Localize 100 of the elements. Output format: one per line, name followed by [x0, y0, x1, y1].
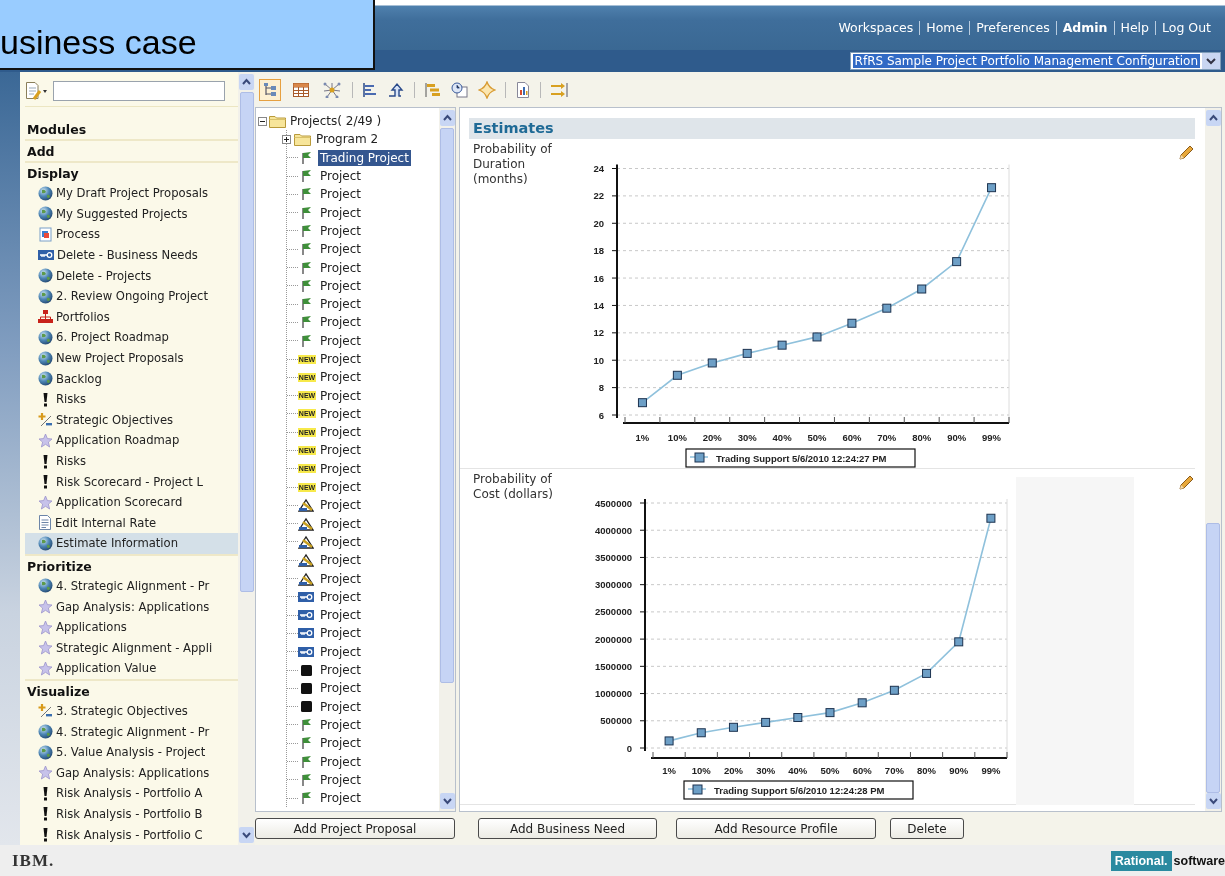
tree-item[interactable]: Project: [318, 570, 364, 587]
tree-item[interactable]: Project: [318, 607, 364, 624]
collapse-icon[interactable]: [258, 116, 267, 126]
sidebar-item[interactable]: 4. Strategic Alignment - Pr: [25, 721, 238, 742]
tree-item[interactable]: Project: [318, 552, 364, 569]
sidebar-item[interactable]: New Project Proposals: [25, 347, 238, 369]
action-button[interactable]: Add Project Proposal: [255, 818, 455, 839]
scroll-down-icon[interactable]: [1205, 793, 1221, 809]
scrollbar-thumb[interactable]: [440, 128, 454, 683]
tree-item[interactable]: Projects( 2/49 ): [288, 113, 384, 130]
sidebar-header[interactable]: Display: [25, 164, 238, 183]
tree-item[interactable]: Program 2: [314, 131, 381, 148]
clock-document-icon[interactable]: [451, 82, 469, 98]
tree-item[interactable]: Project: [318, 296, 364, 313]
tree-item[interactable]: Project: [318, 351, 364, 367]
sidebar-item[interactable]: Application Roadmap: [25, 430, 238, 451]
tree-item[interactable]: Project: [318, 753, 364, 770]
tree-item[interactable]: Project: [318, 387, 364, 404]
sidebar-item[interactable]: My Draft Project Proposals: [25, 183, 238, 204]
report-icon[interactable]: [515, 82, 531, 98]
tree-item[interactable]: Project: [318, 460, 364, 477]
sidebar-item[interactable]: Risks: [25, 388, 238, 410]
nav-link[interactable]: Admin: [1055, 21, 1114, 35]
tree-item[interactable]: Project: [318, 790, 364, 807]
sidebar-item[interactable]: Risk Analysis - Portfolio B: [25, 803, 238, 825]
tree-item[interactable]: Project: [318, 369, 364, 386]
scroll-up-icon[interactable]: [1205, 110, 1221, 126]
sidebar-item[interactable]: Gap Analysis: Applications: [25, 596, 238, 617]
tree-item[interactable]: Project: [318, 588, 364, 605]
pencil-icon[interactable]: [1177, 474, 1195, 492]
sidebar-item[interactable]: Delete - Projects: [25, 265, 238, 286]
tree-item[interactable]: Project: [318, 771, 364, 788]
tree-item[interactable]: Project: [318, 277, 364, 294]
nav-link[interactable]: Workspaces: [832, 21, 920, 35]
expand-icon[interactable]: [282, 134, 291, 144]
tree-item[interactable]: Project: [318, 497, 364, 514]
tree-item[interactable]: Project: [318, 442, 364, 459]
new-document-icon[interactable]: [25, 81, 49, 101]
action-button[interactable]: Add Resource Profile: [676, 818, 876, 839]
pencil-icon[interactable]: [1177, 144, 1195, 162]
scroll-up-icon[interactable]: [239, 74, 254, 90]
tree-item[interactable]: Project: [318, 186, 364, 203]
scrollbar[interactable]: [439, 108, 455, 811]
sidebar-item[interactable]: Risks: [25, 450, 238, 472]
align-left-icon[interactable]: [362, 82, 378, 98]
sidebar-item[interactable]: 3. Strategic Objectives: [25, 700, 238, 722]
sidebar-item[interactable]: 4. Strategic Alignment - Pr: [25, 575, 238, 597]
sidebar-item[interactable]: Applications: [25, 616, 238, 638]
sidebar-item[interactable]: Portfolios: [25, 306, 238, 328]
tree-item[interactable]: Project: [318, 204, 364, 221]
sidebar-item[interactable]: Backlog: [25, 368, 238, 389]
action-button[interactable]: Delete: [890, 818, 964, 839]
tree-item[interactable]: Project: [318, 259, 364, 276]
sidebar-item[interactable]: Strategic Alignment - Appli: [25, 637, 238, 659]
sidebar-item[interactable]: 6. Project Roadmap: [25, 327, 238, 348]
tree-item[interactable]: Project: [318, 332, 364, 349]
tree-item[interactable]: Project: [318, 680, 364, 697]
tree-item[interactable]: Trading Project: [318, 149, 411, 166]
sidebar-item[interactable]: Estimate Information: [25, 533, 238, 554]
scroll-down-icon[interactable]: [439, 793, 455, 809]
tree-item[interactable]: Project: [318, 241, 364, 258]
sidebar-item[interactable]: Edit Internal Rate: [25, 512, 238, 534]
sidebar-header[interactable]: Prioritize: [25, 556, 238, 576]
nav-link[interactable]: Log Out: [1155, 21, 1217, 35]
sidebar-item[interactable]: Process: [25, 224, 238, 245]
tree-item[interactable]: Project: [318, 643, 364, 660]
tree-item[interactable]: Project: [318, 222, 364, 239]
tree-item[interactable]: Project: [318, 515, 364, 532]
sidebar-item[interactable]: 2. Review Ongoing Project: [25, 285, 238, 307]
nav-link[interactable]: Help: [1113, 21, 1156, 35]
tree-item[interactable]: Project: [318, 533, 364, 550]
tree-item[interactable]: Project: [318, 716, 364, 733]
tree-item[interactable]: Project: [318, 424, 364, 441]
action-button[interactable]: Add Business Need: [478, 818, 657, 839]
nav-link[interactable]: Preferences: [969, 21, 1056, 35]
sidebar-header[interactable]: Visualize: [25, 681, 238, 701]
configuration-select[interactable]: RfRS Sample Project Portfolio Management Configuration: [849, 52, 1221, 70]
sidebar-item[interactable]: My Suggested Projects: [25, 203, 238, 225]
sidebar-header[interactable]: Add: [25, 142, 238, 161]
tree-item[interactable]: Project: [318, 168, 364, 185]
scrollbar[interactable]: [1205, 108, 1221, 811]
sidebar-header[interactable]: Modules: [25, 120, 238, 139]
sidebar-item[interactable]: Gap Analysis: Applications: [25, 762, 238, 784]
search-field[interactable]: [53, 81, 225, 101]
sidebar-item[interactable]: Risk Scorecard - Project L: [25, 471, 238, 492]
tree-view-button[interactable]: [259, 79, 281, 101]
tree-item[interactable]: Project: [318, 625, 364, 642]
tree-item[interactable]: Project: [318, 405, 364, 422]
nav-link[interactable]: Home: [919, 21, 970, 35]
sidebar-item[interactable]: Application Value: [25, 658, 238, 679]
tree-item[interactable]: Project: [318, 662, 364, 679]
sidebar-item[interactable]: Risk Analysis - Portfolio A: [25, 783, 238, 804]
tree-item[interactable]: Project: [318, 698, 364, 715]
sidebar-item[interactable]: Application Scorecard: [25, 491, 238, 513]
sidebar-item[interactable]: Delete - Business Needs: [25, 244, 238, 266]
up-arrow-icon[interactable]: [387, 82, 405, 98]
scrollbar[interactable]: [238, 72, 255, 845]
scroll-down-icon[interactable]: [239, 827, 254, 843]
scroll-up-icon[interactable]: [439, 110, 455, 126]
tree-item[interactable]: Project: [318, 314, 364, 331]
